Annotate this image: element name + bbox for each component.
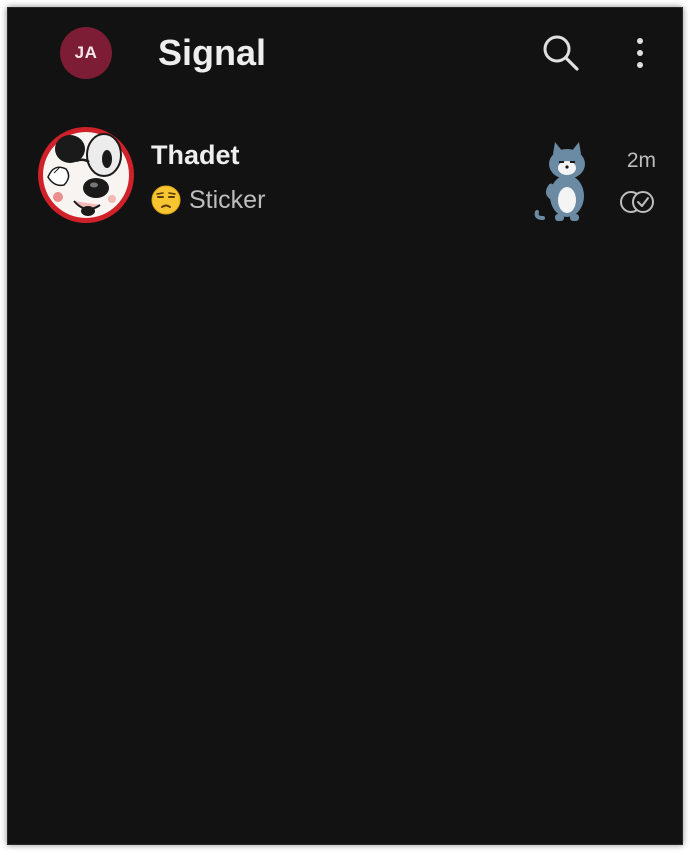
more-options-button[interactable] <box>625 32 655 74</box>
search-icon <box>543 35 579 71</box>
conversation-item[interactable]: Thadet Sticker 2m <box>8 118 682 223</box>
search-button[interactable] <box>540 32 582 74</box>
more-vertical-icon <box>637 38 643 68</box>
app-title: Signal <box>158 32 267 73</box>
message-timestamp: 2m <box>626 149 656 172</box>
contact-avatar <box>38 127 134 223</box>
profile-avatar[interactable]: JA <box>60 27 112 79</box>
message-snippet: Sticker <box>151 182 265 218</box>
top-app-bar: JA Signal <box>8 8 682 108</box>
read-receipt-icon <box>620 191 654 213</box>
sticker-cat-icon <box>534 142 585 221</box>
unamused-face-icon <box>151 185 181 215</box>
snippet-text: Sticker <box>189 185 266 214</box>
profile-initials: JA <box>74 43 98 62</box>
contact-name: Thadet <box>151 140 240 170</box>
conversation-list-screen: JA Signal Thadet Sticker 2m <box>7 7 683 845</box>
